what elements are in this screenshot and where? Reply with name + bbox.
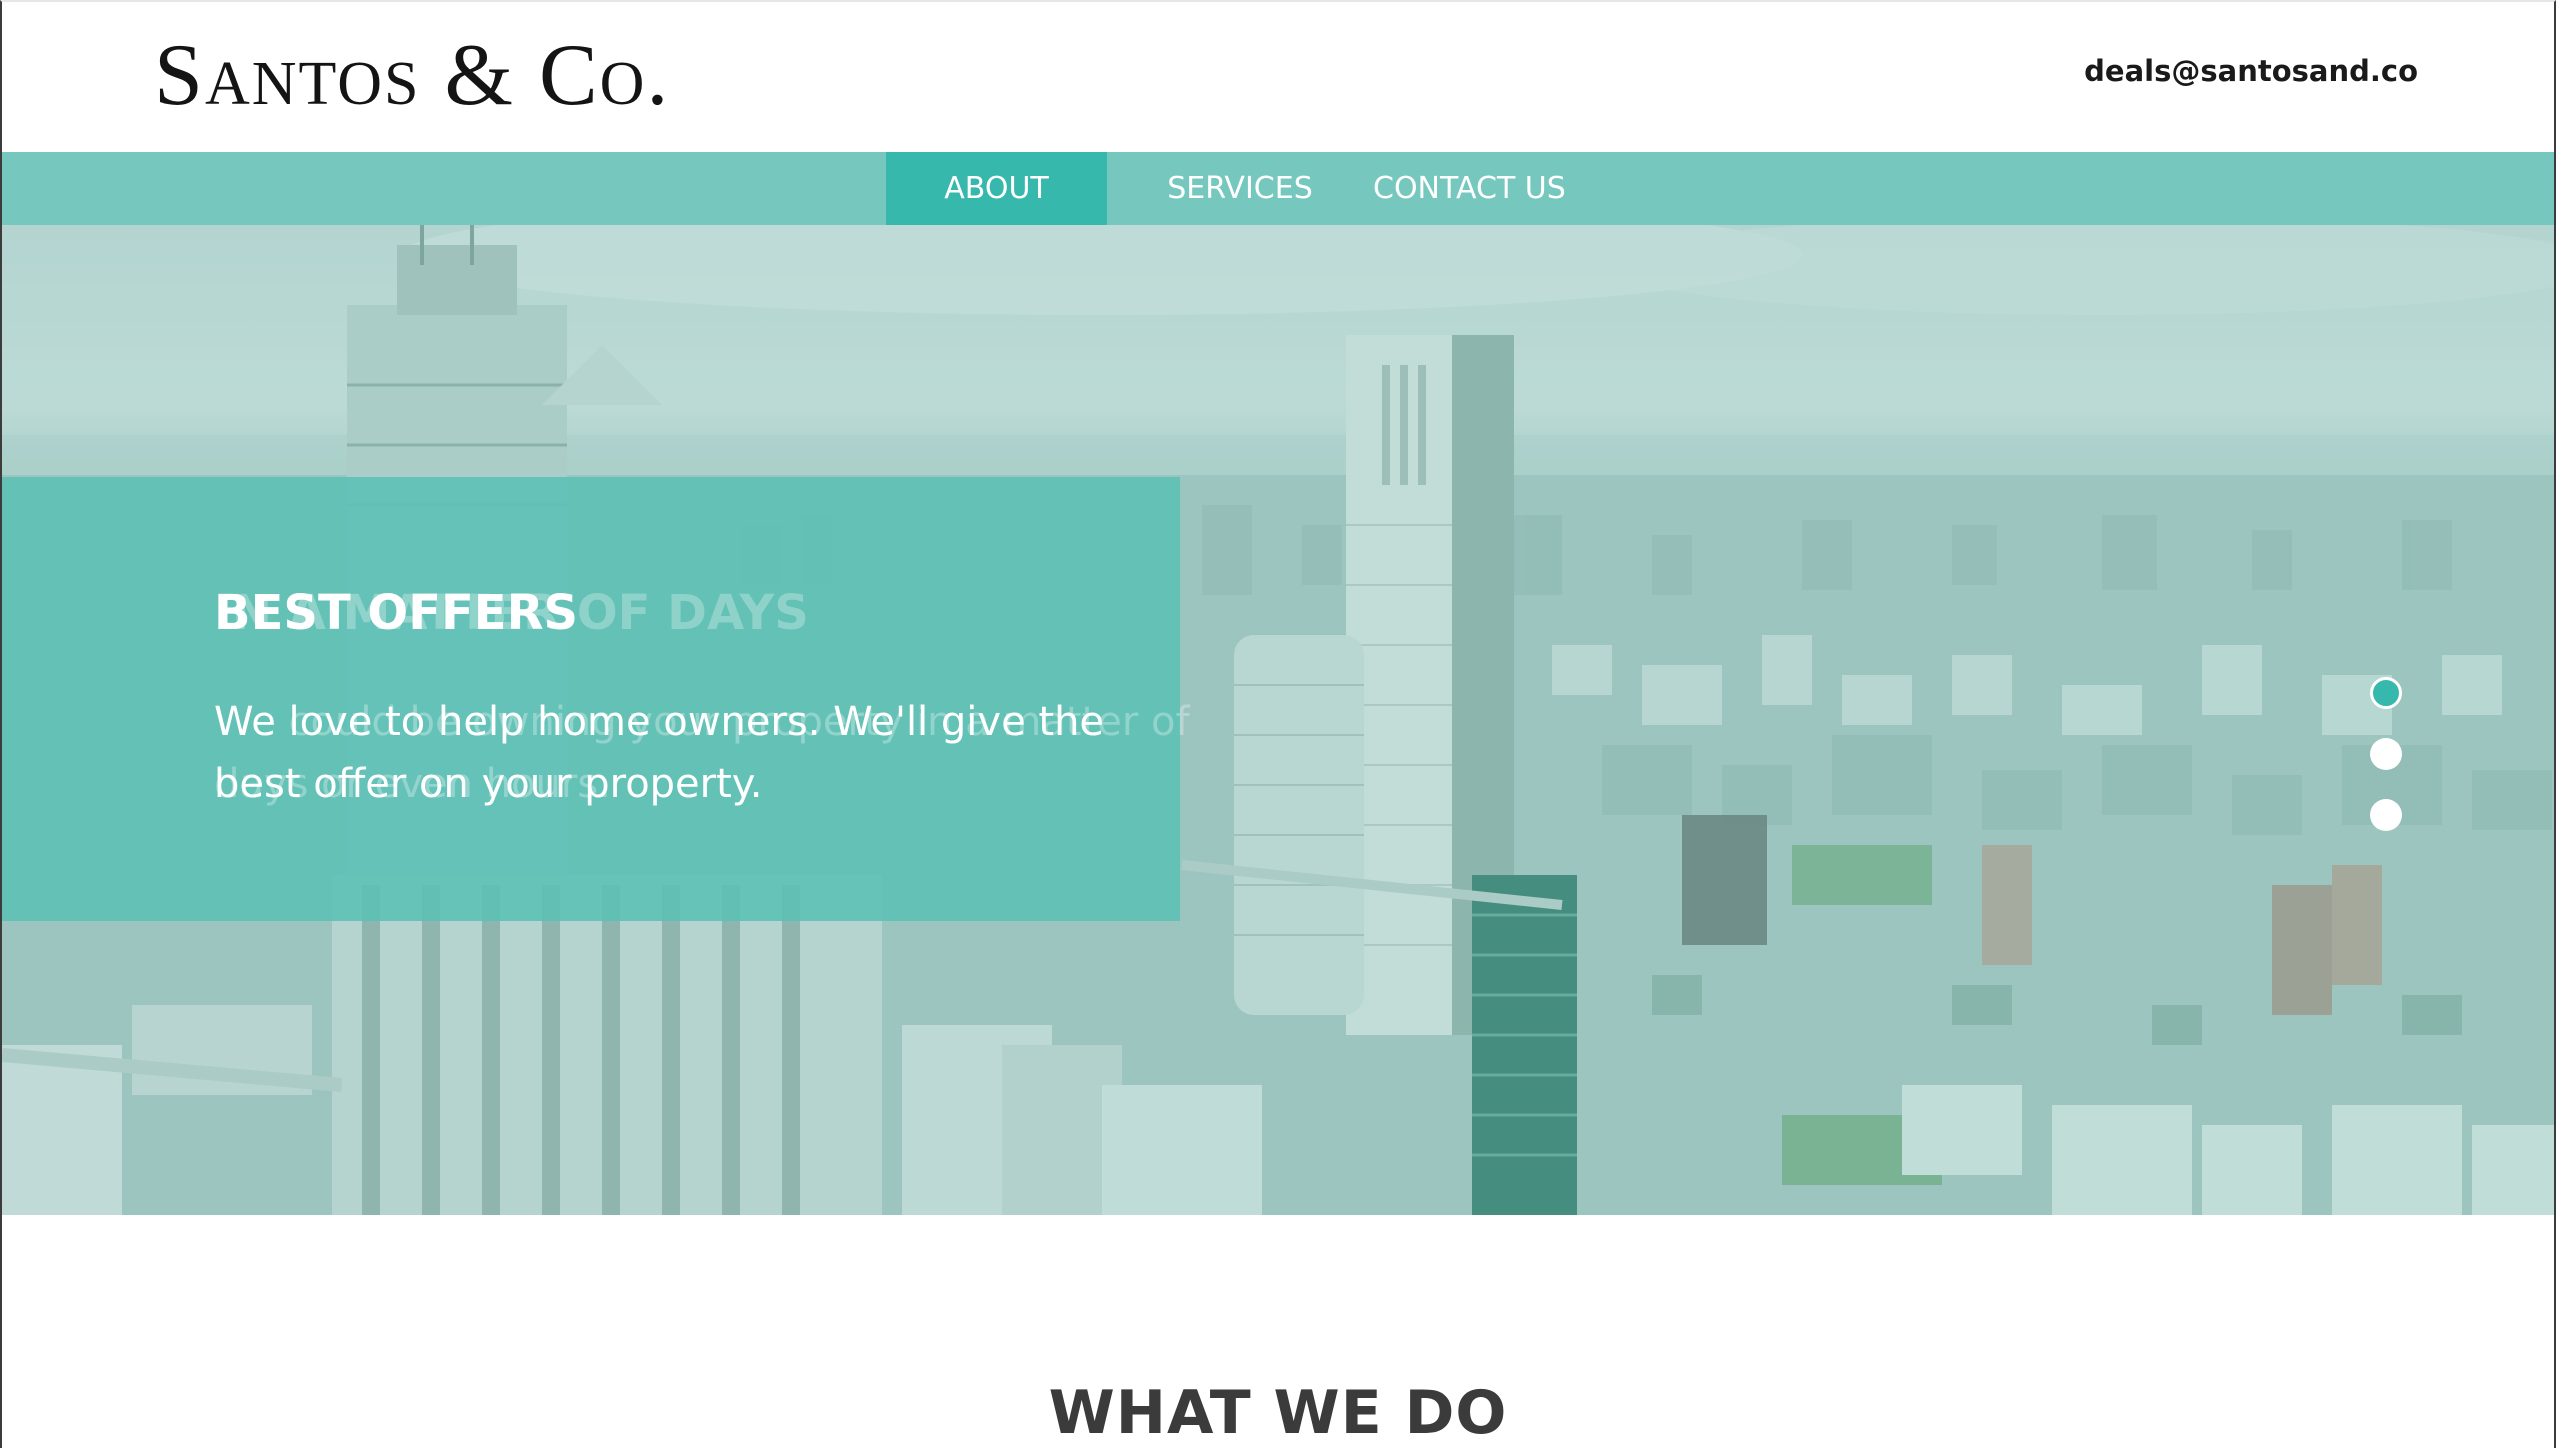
hero-slider: IN A MATTER OF DAYS We could be owning y… (2, 225, 2554, 1215)
slider-dot-1[interactable] (2370, 677, 2402, 709)
slide-text: We love to help home owners. We'll give … (214, 699, 1105, 807)
slider-pagination (2370, 677, 2406, 860)
what-we-do-heading: WHAT WE DO (1048, 1377, 1508, 1448)
slider-dot-3[interactable] (2370, 799, 2402, 831)
page: Santos & Co. deals@santosand.co ABOUT SE… (0, 0, 2556, 1448)
main-nav: ABOUT SERVICES CONTACT US (2, 152, 2554, 225)
contact-email-link[interactable]: deals@santosand.co (2084, 54, 2418, 88)
site-logo[interactable]: Santos & Co. (154, 28, 670, 124)
nav-item-services[interactable]: SERVICES (1107, 152, 1373, 225)
slide-title: BEST OFFERS (214, 585, 579, 641)
nav-list: ABOUT SERVICES CONTACT US (886, 152, 1680, 225)
nav-item-contact-us[interactable]: CONTACT US (1373, 152, 1680, 225)
nav-item-about[interactable]: ABOUT (886, 152, 1107, 225)
slider-dot-2[interactable] (2370, 738, 2402, 770)
site-header: Santos & Co. deals@santosand.co (2, 2, 2554, 152)
